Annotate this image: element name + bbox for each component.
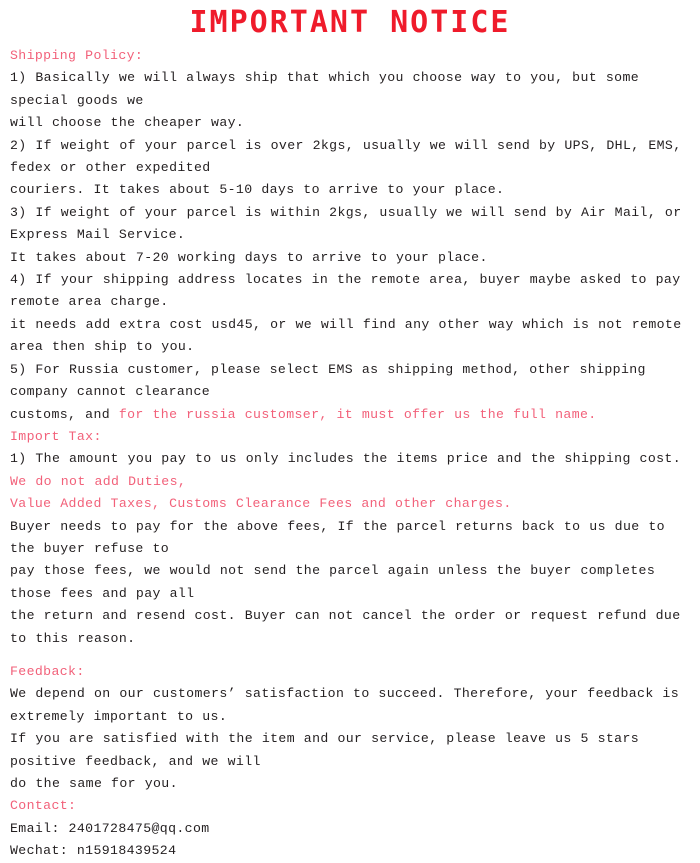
notice-line: the return and resend cost. Buyer can no… [10,605,692,650]
body-text: 1) Basically we will always ship that wh… [10,70,648,108]
notice-line: 1) The amount you pay to us only include… [10,448,692,493]
notice-line: customs, and for the russia customser, i… [10,404,692,426]
notice-line: do the same for you. [10,773,692,795]
body-text: do the same for you. [10,776,178,791]
notice-line: If you are satisfied with the item and o… [10,728,692,773]
notice-line: Email: 2401728475@qq.com [10,818,692,840]
section-heading: Import Tax: [10,428,102,444]
body-text: pay those fees, we would not send the pa… [10,563,664,601]
body-text: 4) If your shipping address locates in t… [10,272,690,310]
highlight-text: for the russia customser, it must offer … [118,406,597,422]
body-text: 2) If weight of your parcel is over 2kgs… [10,137,691,176]
body-text: will choose the cheaper way. [10,115,245,131]
body-text: Wechat: n15918439524 [10,843,177,859]
notice-line: 2) If weight of your parcel is over 2kgs… [10,135,692,180]
body-text: It takes about 7-20 working days to arri… [10,249,488,265]
notice-line: It takes about 7-20 working days to arri… [10,247,692,269]
body-text: Buyer needs to pay for the above fees, I… [10,518,674,556]
notice-line: 3) If weight of your parcel is within 2k… [10,202,692,247]
notice-body: Shipping Policy: 1) Basically we will alw… [0,45,700,863]
body-text: 3) If weight of your parcel is within 2k… [10,204,691,243]
notice-line: will choose the cheaper way. [10,112,692,134]
notice-line: Wechat: n15918439524 [10,840,692,862]
section-heading: Shipping Policy: [10,48,144,63]
notice-line: pay those fees, we would not send the pa… [10,560,692,605]
notice-line: Value Added Taxes, Customs Clearance Fee… [10,493,692,515]
body-text: We depend on our customers’ satisfaction… [10,686,688,724]
notice-line: 1) Basically we will always ship that wh… [10,67,692,112]
highlight-text: Value Added Taxes, Customs Clearance Fee… [10,496,512,512]
notice-line: 5) For Russia customer, please select EM… [10,359,692,404]
notice-line: it needs add extra cost usd45, or we wil… [10,314,692,359]
notice-line: Buyer needs to pay for the above fees, I… [10,516,692,561]
notice-line: couriers. It takes about 5-10 days to ar… [10,179,692,201]
notice-line: We depend on our customers’ satisfaction… [10,683,692,728]
body-text: customs, and [10,406,119,422]
body-text: couriers. It takes about 5-10 days to ar… [10,182,505,198]
page-title: IMPORTANT NOTICE [189,5,511,40]
body-text: If you are satisfied with the item and o… [10,731,648,769]
body-text: it needs add extra cost usd45, or we wil… [10,316,691,355]
body-text: Email: 2401728475@qq.com [10,820,210,836]
notice-page: IMPORTANT NOTICE Shipping Policy: 1) Basi… [0,0,700,858]
notice-line: 4) If your shipping address locates in t… [10,269,692,314]
body-text: the return and resend cost. Buyer can no… [10,608,690,646]
section-heading: Feedback: [10,663,85,679]
body-text: 1) The amount you pay to us only include… [10,451,690,467]
body-text: 5) For Russia customer, please select EM… [10,361,655,400]
highlight-text: We do not add Duties, [10,473,187,489]
section-heading: Contact: [10,798,77,814]
